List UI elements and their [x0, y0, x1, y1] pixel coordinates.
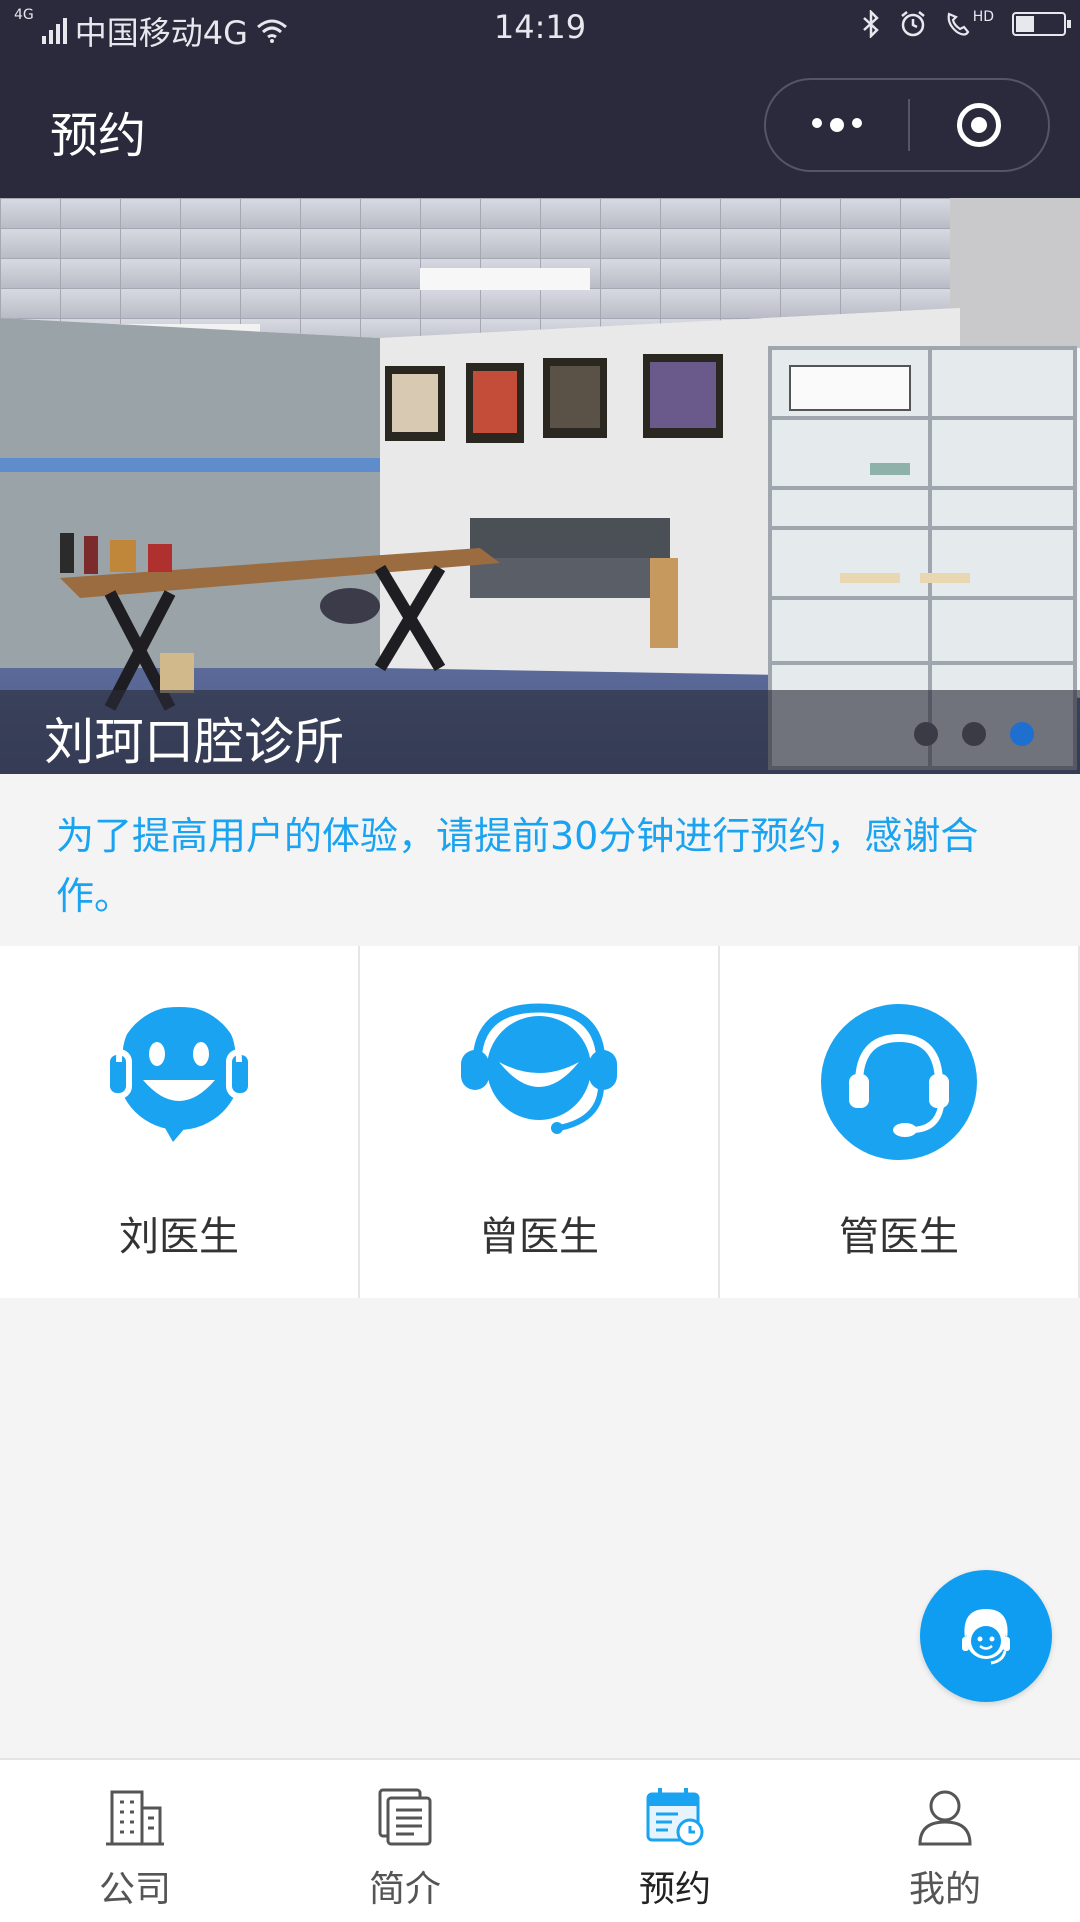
- smiling-headset-face-icon: [99, 1000, 259, 1146]
- banner-caption: 刘珂口腔诊所: [0, 690, 1080, 774]
- tab-label: 简介: [368, 1869, 441, 1910]
- tab-label: 公司: [98, 1869, 171, 1910]
- more-menu-button[interactable]: [766, 118, 908, 132]
- bluetooth-icon: [862, 10, 879, 38]
- tab-label: 预约: [638, 1869, 711, 1910]
- close-miniprogram-button[interactable]: [910, 103, 1048, 147]
- tab-company[interactable]: 公司: [0, 1760, 270, 1922]
- appointment-notice: 为了提高用户的体验，请提前30分钟进行预约，感谢合作。: [0, 774, 1080, 946]
- carousel-dot-active[interactable]: [1010, 722, 1034, 746]
- document-icon: [378, 1788, 432, 1846]
- doctor-card-zeng[interactable]: 曾医生: [360, 946, 720, 1298]
- doctor-card-guan[interactable]: 管医生: [720, 946, 1080, 1298]
- status-bar: 4G 中国移动4G 14:19 HD: [0, 0, 1080, 58]
- calendar-clock-icon: [646, 1788, 704, 1846]
- clinic-name: 刘珂口腔诊所: [44, 713, 344, 771]
- navigation-bar: 预约: [0, 58, 1080, 198]
- customer-service-button[interactable]: [920, 1570, 1052, 1702]
- clinic-banner-carousel[interactable]: 刘珂口腔诊所: [0, 198, 1080, 774]
- status-right: HD: [861, 10, 1071, 38]
- doctor-name: 管医生: [839, 1214, 959, 1260]
- target-circle-icon: [957, 103, 1001, 147]
- doctor-name: 曾医生: [479, 1214, 599, 1260]
- headset-icon: [819, 1002, 979, 1166]
- doctor-list: 刘医生 曾医生 管医生: [0, 946, 1080, 1298]
- clinic-photo: [0, 198, 1080, 774]
- more-dots-icon: [812, 118, 822, 128]
- doctor-name: 刘医生: [119, 1214, 239, 1260]
- tab-mine[interactable]: 我的: [810, 1760, 1080, 1922]
- miniprogram-capsule: [764, 78, 1050, 172]
- bottom-tab-bar: 公司 简介 预约 我的: [0, 1758, 1080, 1922]
- battery-icon: [1012, 12, 1071, 36]
- carousel-dot[interactable]: [914, 722, 938, 746]
- user-icon: [918, 1790, 972, 1846]
- tab-appointment[interactable]: 预约: [540, 1760, 810, 1922]
- hd-call-icon: HD: [945, 10, 994, 38]
- tab-label: 我的: [908, 1869, 981, 1910]
- smiling-headset-face-icon: [459, 1002, 619, 1146]
- carousel-dot[interactable]: [962, 722, 986, 746]
- alarm-icon: [900, 11, 925, 37]
- page-title: 预约: [50, 108, 147, 164]
- tab-intro[interactable]: 简介: [270, 1760, 540, 1922]
- hd-label: HD: [972, 9, 994, 25]
- carousel-indicator: [914, 722, 1034, 746]
- building-icon: [106, 1790, 164, 1846]
- doctor-card-liu[interactable]: 刘医生: [0, 946, 360, 1298]
- customer-service-icon: [962, 1609, 1010, 1665]
